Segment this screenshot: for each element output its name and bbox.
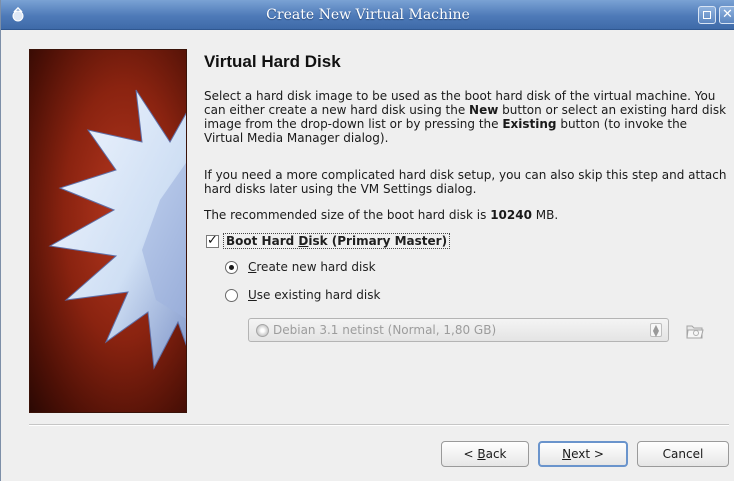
boot-hard-disk-checkbox[interactable]: ✓ Boot Hard Disk (Primary Master) (206, 232, 451, 250)
radio-button-selected[interactable] (225, 260, 238, 274)
hard-disk-icon (256, 324, 269, 337)
cancel-button[interactable]: Cancel (637, 441, 729, 467)
label-accelerator: U (248, 288, 257, 302)
create-new-disk-label[interactable]: Create new hard disk (248, 260, 376, 274)
recommended-size-unit: MB. (531, 208, 559, 222)
starburst-graphic (48, 89, 186, 370)
label-part: reate new hard disk (256, 260, 376, 274)
updown-arrows-icon: ▲ ▼ (650, 323, 662, 338)
recommended-size-text: The recommended size of the boot hard di… (204, 208, 491, 222)
existing-keyword: Existing (502, 117, 557, 131)
label-accelerator: N (562, 447, 572, 461)
label-part: Boot Hard (226, 234, 299, 248)
window-title: Create New Virtual Machine (266, 7, 470, 23)
label-part: ack (485, 447, 507, 461)
wizard-window: Create New Virtual Machine ✕ Virtual Har… (0, 0, 734, 481)
back-button[interactable]: < Back (441, 441, 529, 467)
maximize-button[interactable] (698, 6, 716, 24)
button-separator (29, 424, 729, 426)
label-part: < (463, 447, 478, 461)
new-keyword: New (469, 103, 499, 117)
create-new-disk-radio[interactable]: Create new hard disk (225, 259, 376, 275)
boot-hard-disk-label[interactable]: Boot Hard Disk (Primary Master) (223, 233, 451, 249)
maximize-icon (703, 11, 711, 19)
next-button[interactable]: Next > (538, 441, 628, 467)
close-icon: ✕ (722, 7, 733, 22)
label-accelerator: B (477, 447, 486, 461)
use-existing-disk-radio[interactable]: Use existing hard disk (225, 287, 380, 303)
title-bar[interactable]: Create New Virtual Machine ✕ (1, 0, 734, 30)
description-paragraph: Select a hard disk image to be used as t… (204, 89, 729, 145)
use-existing-disk-label[interactable]: Use existing hard disk (248, 288, 380, 302)
label-accelerator: D (298, 234, 309, 248)
checkbox-box[interactable]: ✓ (206, 232, 219, 248)
existing-disk-select[interactable]: Debian 3.1 netinst (Normal, 1,80 GB) ▲ ▼ (248, 318, 669, 342)
radio-button-unselected[interactable] (225, 288, 238, 302)
label-part: se existing hard disk (256, 288, 381, 302)
recommended-size-note: The recommended size of the boot hard di… (204, 208, 729, 222)
wizard-banner-image (29, 49, 187, 413)
page-title: Virtual Hard Disk (204, 52, 341, 71)
label-part: ext > (571, 447, 604, 461)
folder-open-icon (686, 325, 704, 339)
recommended-size-value: 10240 (490, 208, 532, 222)
label-part: isk (Primary Master) (308, 234, 448, 248)
selected-disk-value: Debian 3.1 netinst (Normal, 1,80 GB) (273, 323, 497, 337)
close-button[interactable]: ✕ (719, 6, 734, 24)
check-icon: ✓ (207, 232, 218, 248)
virtual-media-manager-button[interactable] (685, 322, 705, 340)
advanced-setup-note: If you need a more complicated hard disk… (204, 168, 727, 196)
radio-dot-icon (229, 264, 234, 270)
